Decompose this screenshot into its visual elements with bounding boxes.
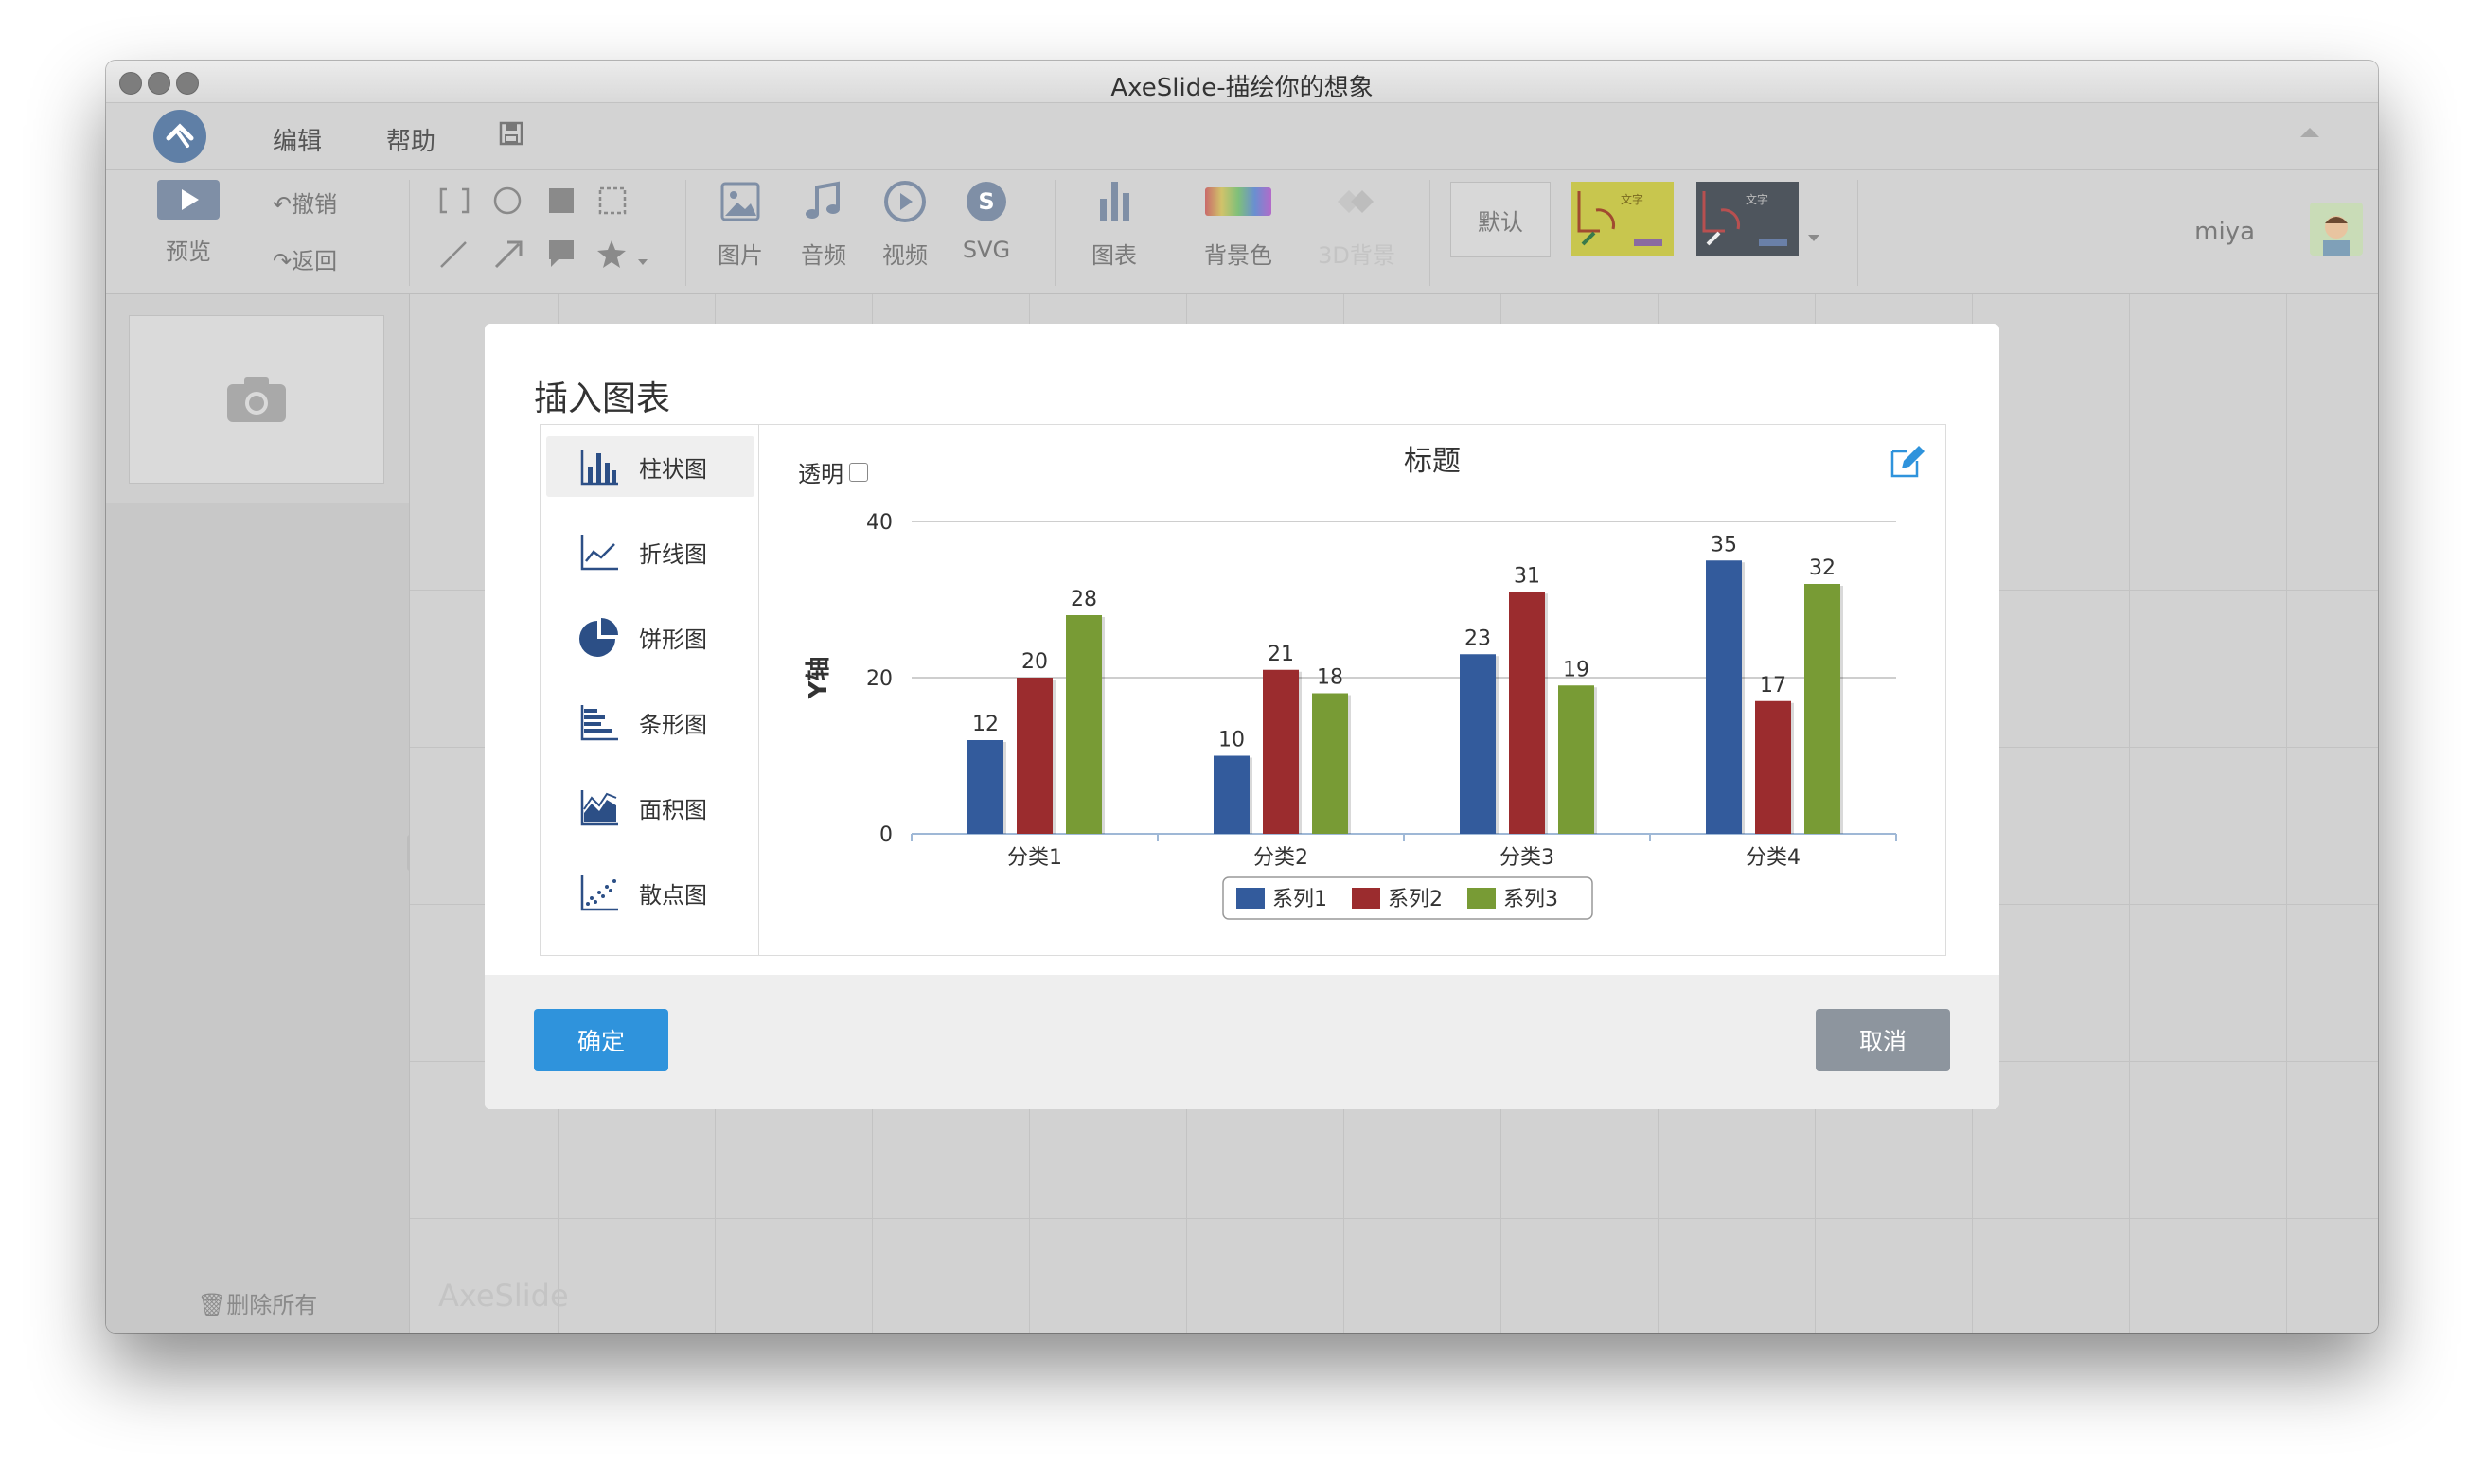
bar xyxy=(1263,669,1299,834)
y-tick-label: 20 xyxy=(866,667,893,691)
data-label: 17 xyxy=(1760,674,1786,698)
bar xyxy=(1214,755,1250,834)
bar xyxy=(1804,584,1840,834)
dialog-title: 插入图表 xyxy=(534,380,671,418)
bar xyxy=(1312,693,1348,834)
y-axis-label: Y轴 xyxy=(805,657,833,700)
chart-type-scatter[interactable]: 散点图 xyxy=(546,862,754,923)
chart-type-horizontal-bar[interactable]: 条形图 xyxy=(546,692,754,752)
cancel-button[interactable]: 取消 xyxy=(1816,1009,1950,1071)
dialog-body: 柱状图 折线图 饼形图 条形图 面积图 散点图 透明 标题 0 20 40 Y轴… xyxy=(540,424,1946,956)
x-tick-label: 分类2 xyxy=(1253,846,1308,870)
legend-label: 系列2 xyxy=(1388,888,1443,911)
legend-label: 系列1 xyxy=(1272,888,1327,911)
bar xyxy=(1558,685,1594,834)
data-label: 23 xyxy=(1464,627,1491,650)
x-tick-label: 分类3 xyxy=(1499,846,1554,870)
bar-chart-icon xyxy=(580,450,618,486)
chart-type-bar[interactable]: 柱状图 xyxy=(546,436,754,497)
data-label: 18 xyxy=(1317,666,1343,690)
x-tick-label: 分类4 xyxy=(1746,846,1801,870)
dialog-footer: 确定 取消 xyxy=(485,975,1999,1109)
insert-chart-dialog: 插入图表 柱状图 折线图 饼形图 条形图 面积图 散点图 透明 标题 0 20 … xyxy=(485,324,1999,1109)
data-label: 35 xyxy=(1711,533,1737,556)
ok-button[interactable]: 确定 xyxy=(534,1009,668,1071)
scatter-chart-icon xyxy=(580,875,618,911)
data-label: 19 xyxy=(1563,658,1589,681)
data-label: 10 xyxy=(1218,729,1245,752)
bar xyxy=(1017,678,1053,834)
bar xyxy=(967,740,1003,834)
chart-preview: 标题 0 20 40 Y轴分类1 12 20 28 分类2 10 21 18 分类3 23 31 19 分类4 3… xyxy=(805,445,1897,920)
x-tick-label: 分类1 xyxy=(1007,846,1062,870)
data-label: 12 xyxy=(972,713,999,736)
bar xyxy=(1706,560,1742,834)
legend-swatch xyxy=(1467,888,1496,909)
area-chart-icon xyxy=(580,790,618,826)
y-tick-label: 0 xyxy=(879,823,893,847)
data-label: 21 xyxy=(1268,643,1294,666)
chart-type-list: 柱状图 折线图 饼形图 条形图 面积图 散点图 xyxy=(541,425,759,955)
legend-swatch xyxy=(1352,888,1380,909)
data-label: 20 xyxy=(1021,650,1048,674)
bar xyxy=(1066,615,1102,834)
horizontal-bar-chart-icon xyxy=(580,705,618,741)
data-label: 32 xyxy=(1809,556,1836,580)
line-chart-icon xyxy=(580,535,618,571)
legend-label: 系列3 xyxy=(1503,888,1558,911)
bar xyxy=(1509,592,1545,834)
chart-title: 标题 xyxy=(1404,445,1461,478)
bar xyxy=(1460,654,1496,834)
chart-type-area[interactable]: 面积图 xyxy=(546,777,754,838)
bar xyxy=(1755,700,1791,834)
pie-chart-icon xyxy=(579,618,618,657)
chart-type-line[interactable]: 折线图 xyxy=(546,521,754,582)
data-label: 31 xyxy=(1514,564,1540,588)
y-tick-label: 40 xyxy=(866,511,893,535)
chart-type-pie[interactable]: 饼形图 xyxy=(546,607,754,667)
legend-swatch xyxy=(1236,888,1265,909)
data-label: 28 xyxy=(1071,588,1097,611)
